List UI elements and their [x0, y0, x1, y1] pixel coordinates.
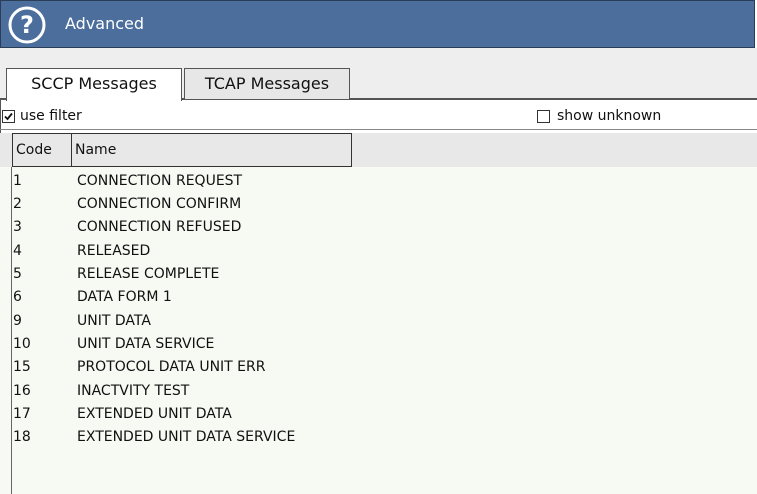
cell-name: UNIT DATA SERVICE — [77, 336, 215, 352]
cell-name: PROTOCOL DATA UNIT ERR — [77, 359, 266, 375]
table-row[interactable]: 4 RELEASED — [0, 240, 757, 263]
cell-name: EXTENDED UNIT DATA SERVICE — [77, 429, 296, 445]
table-row[interactable]: 10 UNIT DATA SERVICE — [0, 333, 757, 356]
cell-code: 18 — [13, 429, 31, 445]
cell-name: CONNECTION REQUEST — [77, 173, 243, 189]
table-row[interactable]: 6 DATA FORM 1 — [0, 286, 757, 309]
checkmark-icon — [4, 112, 13, 121]
table-row[interactable]: 17 EXTENDED UNIT DATA — [0, 403, 757, 426]
cell-code: 1 — [13, 173, 22, 189]
filter-row: use filter show unknown — [0, 104, 757, 128]
column-header-name[interactable]: Name — [71, 133, 352, 167]
cell-name: RELEASE COMPLETE — [77, 266, 220, 282]
show-unknown-checkbox[interactable] — [537, 110, 550, 123]
cell-name: CONNECTION CONFIRM — [77, 196, 242, 212]
table-row[interactable]: 18 EXTENDED UNIT DATA SERVICE — [0, 426, 757, 449]
cell-code: 6 — [13, 289, 22, 305]
tab-sccp-messages[interactable]: SCCP Messages — [6, 68, 182, 101]
cell-name: DATA FORM 1 — [77, 289, 172, 305]
table-row[interactable]: 1 CONNECTION REQUEST — [0, 170, 757, 193]
show-unknown-label[interactable]: show unknown — [557, 108, 661, 124]
table-row[interactable]: 16 INACTVITY TEST — [0, 380, 757, 403]
cell-code: 10 — [13, 336, 31, 352]
cell-code: 16 — [13, 383, 31, 399]
table-row[interactable]: 5 RELEASE COMPLETE — [0, 263, 757, 286]
cell-code: 4 — [13, 243, 22, 259]
table-row[interactable]: 3 CONNECTION REFUSED — [0, 216, 757, 239]
cell-name: UNIT DATA — [77, 313, 151, 329]
cell-code: 2 — [13, 196, 22, 212]
window-title: Advanced — [65, 14, 145, 33]
cell-code: 9 — [13, 313, 22, 329]
cell-name: RELEASED — [77, 243, 151, 259]
use-filter-label[interactable]: use filter — [20, 108, 82, 124]
cell-name: CONNECTION REFUSED — [77, 219, 242, 235]
cell-name: EXTENDED UNIT DATA — [77, 406, 232, 422]
tab-tcap-messages[interactable]: TCAP Messages — [184, 68, 350, 100]
cell-code: 15 — [13, 359, 31, 375]
table-row[interactable]: 2 CONNECTION CONFIRM — [0, 193, 757, 216]
title-bar: ? Advanced — [0, 0, 755, 48]
column-header-code[interactable]: Code — [12, 133, 72, 167]
table-row[interactable]: 9 UNIT DATA — [0, 310, 757, 333]
table-row[interactable]: 15 PROTOCOL DATA UNIT ERR — [0, 356, 757, 379]
svg-text:?: ? — [20, 11, 34, 39]
cell-name: INACTVITY TEST — [77, 383, 190, 399]
help-icon[interactable]: ? — [7, 5, 47, 45]
cell-code: 5 — [13, 266, 22, 282]
cell-code: 3 — [13, 219, 22, 235]
use-filter-checkbox[interactable] — [2, 110, 15, 123]
cell-code: 17 — [13, 406, 31, 422]
filter-separator — [0, 129, 757, 130]
